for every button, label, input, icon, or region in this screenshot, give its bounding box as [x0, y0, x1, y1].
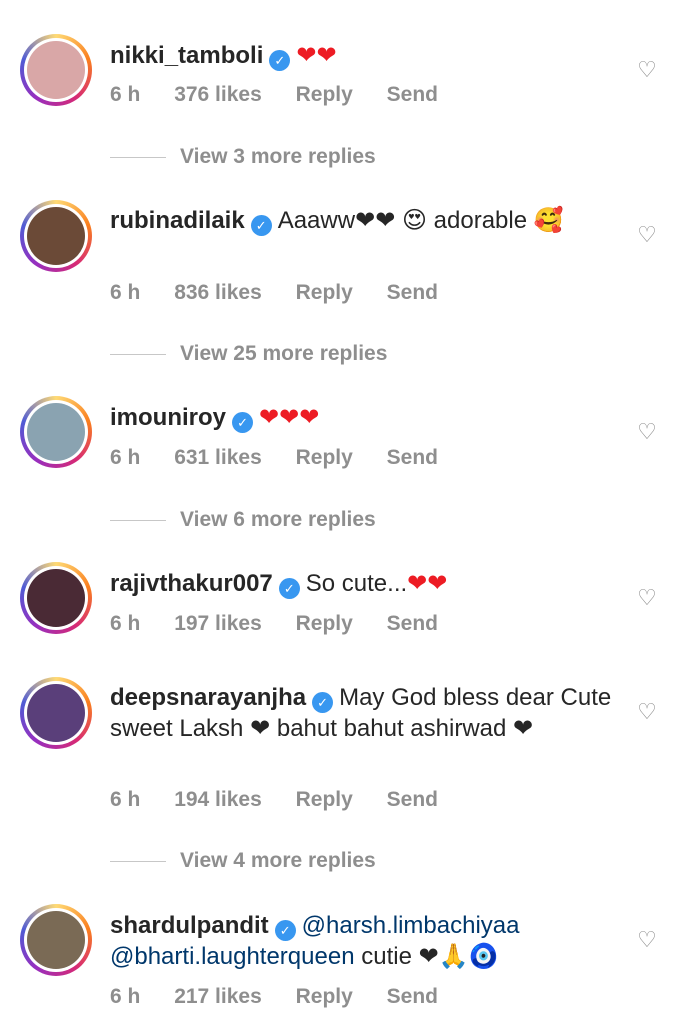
- likes-count[interactable]: 376 likes: [174, 83, 262, 106]
- timestamp: 6 h: [110, 83, 141, 106]
- verified-badge-icon: ✓: [250, 215, 272, 236]
- reply-button[interactable]: Reply: [296, 446, 353, 469]
- likes-count[interactable]: 194 likes: [174, 788, 262, 811]
- reply-button[interactable]: Reply: [296, 281, 353, 304]
- view-replies-button[interactable]: View 6 more replies: [110, 508, 376, 532]
- comment-meta: 6 h 376 likes Reply Send: [110, 83, 466, 107]
- username[interactable]: deepsnarayanjha: [110, 684, 306, 711]
- reply-button[interactable]: Reply: [296, 83, 353, 106]
- verified-badge-icon: ✓: [278, 578, 300, 599]
- comment-body: nikki_tamboli ✓ ❤❤: [110, 40, 620, 71]
- avatar[interactable]: [20, 562, 92, 634]
- mention-link[interactable]: @harsh.limbachiyaa: [302, 912, 520, 939]
- verified-badge-icon: ✓: [269, 50, 291, 71]
- likes-count[interactable]: 631 likes: [174, 446, 262, 469]
- send-button[interactable]: Send: [387, 83, 438, 106]
- emoji: ❤❤❤: [259, 404, 320, 431]
- reply-button[interactable]: Reply: [296, 788, 353, 811]
- view-replies-button[interactable]: View 3 more replies: [110, 145, 376, 169]
- send-button[interactable]: Send: [387, 985, 438, 1008]
- timestamp: 6 h: [110, 446, 141, 469]
- comment-text: So cute...: [305, 570, 408, 597]
- avatar[interactable]: [20, 677, 92, 749]
- timestamp: 6 h: [110, 985, 141, 1008]
- reply-button[interactable]: Reply: [296, 612, 353, 635]
- comment-body: rubinadilaik ✓ Aaaww❤❤ 😍 adorable 🥰: [110, 205, 620, 236]
- view-replies-button[interactable]: View 25 more replies: [110, 342, 387, 366]
- likes-count[interactable]: 836 likes: [174, 281, 262, 304]
- send-button[interactable]: Send: [387, 612, 438, 635]
- username[interactable]: shardulpandit: [110, 912, 269, 939]
- username[interactable]: rubinadilaik: [110, 207, 245, 234]
- comment-meta: 6 h 217 likes Reply Send: [110, 985, 466, 1009]
- timestamp: 6 h: [110, 281, 141, 304]
- view-replies-button[interactable]: View 4 more replies: [110, 849, 376, 873]
- timestamp: 6 h: [110, 612, 141, 635]
- send-button[interactable]: Send: [387, 446, 438, 469]
- heart-icon[interactable]: ♡: [636, 421, 658, 443]
- heart-icon[interactable]: ♡: [636, 929, 658, 951]
- avatar[interactable]: [20, 904, 92, 976]
- comment-body: imouniroy ✓ ❤❤❤: [110, 402, 620, 433]
- comment-body: rajivthakur007 ✓ So cute...❤❤: [110, 568, 620, 599]
- avatar[interactable]: [20, 396, 92, 468]
- emoji: ❤❤: [296, 42, 337, 69]
- heart-icon[interactable]: ♡: [636, 59, 658, 81]
- avatar[interactable]: [20, 200, 92, 272]
- comment-meta: 6 h 194 likes Reply Send: [110, 788, 466, 812]
- timestamp: 6 h: [110, 788, 141, 811]
- username[interactable]: imouniroy: [110, 404, 226, 431]
- comment-text: Aaaww: [277, 207, 356, 234]
- comment-text-continued: ❤ bahut bahut ashirwad ❤: [250, 715, 534, 742]
- comment-meta: 6 h 197 likes Reply Send: [110, 612, 466, 636]
- verified-badge-icon: ✓: [274, 920, 296, 941]
- verified-badge-icon: ✓: [232, 412, 254, 433]
- comment-text-continued: ❤❤ 😍 adorable 🥰: [355, 207, 564, 234]
- username[interactable]: rajivthakur007: [110, 570, 273, 597]
- reply-button[interactable]: Reply: [296, 985, 353, 1008]
- heart-icon[interactable]: ♡: [636, 587, 658, 609]
- verified-badge-icon: ✓: [312, 692, 334, 713]
- likes-count[interactable]: 217 likes: [174, 985, 262, 1008]
- comment-meta: 6 h 631 likes Reply Send: [110, 446, 466, 470]
- emoji: ❤❤: [407, 570, 448, 597]
- username[interactable]: nikki_tamboli: [110, 42, 263, 69]
- comment-meta: 6 h 836 likes Reply Send: [110, 281, 466, 305]
- comment-body: deepsnarayanjha ✓ May God bless dear Cute …: [110, 682, 620, 744]
- send-button[interactable]: Send: [387, 281, 438, 304]
- comment-body: shardulpandit ✓ @harsh.limbachiyaa @bharti…: [110, 910, 620, 972]
- avatar[interactable]: [20, 34, 92, 106]
- likes-count[interactable]: 197 likes: [174, 612, 262, 635]
- send-button[interactable]: Send: [387, 788, 438, 811]
- mention-link[interactable]: @bharti.laughterqueen: [110, 943, 355, 970]
- heart-icon[interactable]: ♡: [636, 701, 658, 723]
- heart-icon[interactable]: ♡: [636, 224, 658, 246]
- comment-text-continued: cutie ❤🙏🧿: [361, 943, 499, 970]
